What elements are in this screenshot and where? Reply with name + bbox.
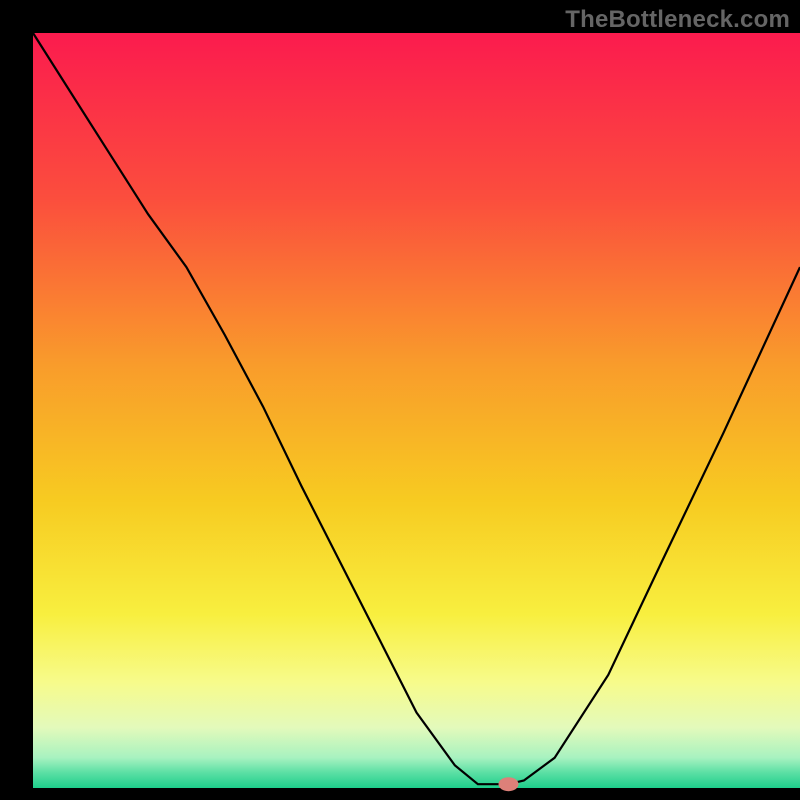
chart-container: TheBottleneck.com	[0, 0, 800, 800]
watermark-text: TheBottleneck.com	[565, 6, 790, 34]
bottleneck-minimum-marker	[499, 777, 519, 791]
plot-background	[33, 33, 800, 788]
plot-svg	[0, 0, 800, 800]
